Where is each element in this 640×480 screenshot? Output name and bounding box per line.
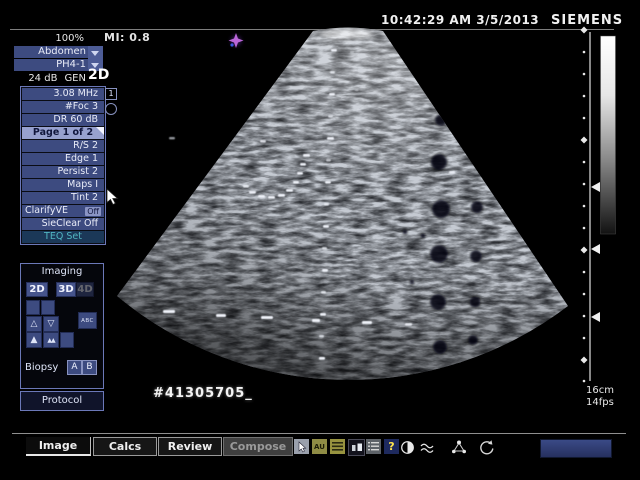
menu-item[interactable]: Edge 1 xyxy=(22,153,104,165)
angle-up-icon[interactable]: △ xyxy=(26,316,42,332)
image-annotation: #41305705_ xyxy=(153,386,253,401)
zoom-level: 100% xyxy=(14,33,84,44)
tab-review[interactable]: Review xyxy=(158,437,222,456)
angle-down-icon[interactable]: ▽ xyxy=(43,316,59,332)
menu-item[interactable]: Tint 2 xyxy=(22,192,104,204)
menu-item-frequency[interactable]: 3.08 MHz xyxy=(22,88,104,100)
gain-value: 24 dB xyxy=(28,73,57,84)
exam-preset-button[interactable]: Abdomen xyxy=(14,46,91,58)
clarify-label: ClarifyVE xyxy=(25,205,68,217)
biopsy-a-button[interactable]: A xyxy=(67,360,82,375)
chevron-down-icon[interactable] xyxy=(91,51,99,56)
imaging-option-button[interactable] xyxy=(41,300,55,315)
menu-item-focus[interactable]: #Foc 3 xyxy=(22,101,104,113)
page-button[interactable]: Page 1 of 2 xyxy=(22,127,104,139)
biopsy-b-button[interactable]: B xyxy=(82,360,97,375)
imaging-panel: Imaging 2D 3D 4D △ ▽ ABC ▲ ▲▲ Biopsy A B xyxy=(20,263,104,389)
imaging-title: Imaging xyxy=(21,266,103,277)
annotation-au-icon[interactable]: AU xyxy=(312,439,327,454)
clock-icon xyxy=(105,103,117,115)
biopsy-label: Biopsy xyxy=(25,362,58,373)
dual-triangle-icon[interactable]: ▲▲ xyxy=(43,332,59,348)
pointer-icon[interactable] xyxy=(294,439,309,454)
network-icon[interactable] xyxy=(450,439,468,456)
imaging-option-button[interactable] xyxy=(60,332,74,348)
transducer-button[interactable]: PH4-1 xyxy=(14,59,91,71)
depth-value: 16cm xyxy=(586,385,614,397)
menu-item[interactable]: Persist 2 xyxy=(22,166,104,178)
curve-icon[interactable] xyxy=(420,441,436,455)
mode-label: 2D xyxy=(88,67,109,83)
report-list-icon[interactable] xyxy=(366,439,381,454)
tab-calcs[interactable]: Calcs xyxy=(93,437,157,456)
contrast-icon[interactable] xyxy=(400,440,415,455)
mouse-cursor xyxy=(106,188,120,206)
menu-item[interactable]: R/S 2 xyxy=(22,140,104,152)
refresh-icon[interactable] xyxy=(478,439,496,456)
imaging-option-button[interactable] xyxy=(26,300,40,315)
edge-artifact xyxy=(169,137,175,139)
menu-item-clarify[interactable]: ClarifyVE Off xyxy=(22,205,104,217)
protocol-button[interactable]: Protocol xyxy=(20,391,104,411)
imaging-4d-button[interactable]: 4D xyxy=(76,282,94,297)
grayscale-bar xyxy=(601,36,616,234)
ultrasound-app-screen: 10:42:29 AM 3/5/2013 SIEMENS MI: 0.8 xyxy=(0,0,640,480)
depth-ruler xyxy=(581,27,601,383)
progress-bar xyxy=(540,439,612,458)
bottombar-divider xyxy=(12,433,626,434)
tab-image[interactable]: Image xyxy=(26,437,91,456)
annotate-icon[interactable]: ABC xyxy=(78,312,97,329)
imaging-3d-button[interactable]: 3D xyxy=(56,282,76,297)
map-value: GEN xyxy=(64,73,86,84)
softkey-menu: 3.08 MHz #Foc 3 DR 60 dB Page 1 of 2 R/S… xyxy=(20,86,106,245)
image-number-indicator: 1 xyxy=(105,88,117,100)
menu-list-icon[interactable] xyxy=(330,439,345,454)
focal-zone-markers xyxy=(591,182,600,322)
depth-framerate: 16cm 14fps xyxy=(586,385,614,408)
clarify-state-badge: Off xyxy=(85,207,101,216)
gain-map-row: 24 dB GEN xyxy=(10,73,86,84)
tab-compose[interactable]: Compose xyxy=(223,437,293,456)
menu-item-teq[interactable]: TEQ Set xyxy=(22,231,104,243)
help-icon[interactable]: ? xyxy=(384,439,399,454)
framerate-value: 14fps xyxy=(586,397,614,409)
dual-screen-icon[interactable] xyxy=(348,439,365,456)
cine-marker-icon xyxy=(229,33,244,48)
menu-item[interactable]: Maps I xyxy=(22,179,104,191)
menu-item-sieclear[interactable]: SieClear Off xyxy=(22,218,104,230)
imaging-2d-button[interactable]: 2D xyxy=(26,282,48,297)
solid-triangle-icon[interactable]: ▲ xyxy=(26,332,42,348)
menu-item-dynamic-range[interactable]: DR 60 dB xyxy=(22,114,104,126)
